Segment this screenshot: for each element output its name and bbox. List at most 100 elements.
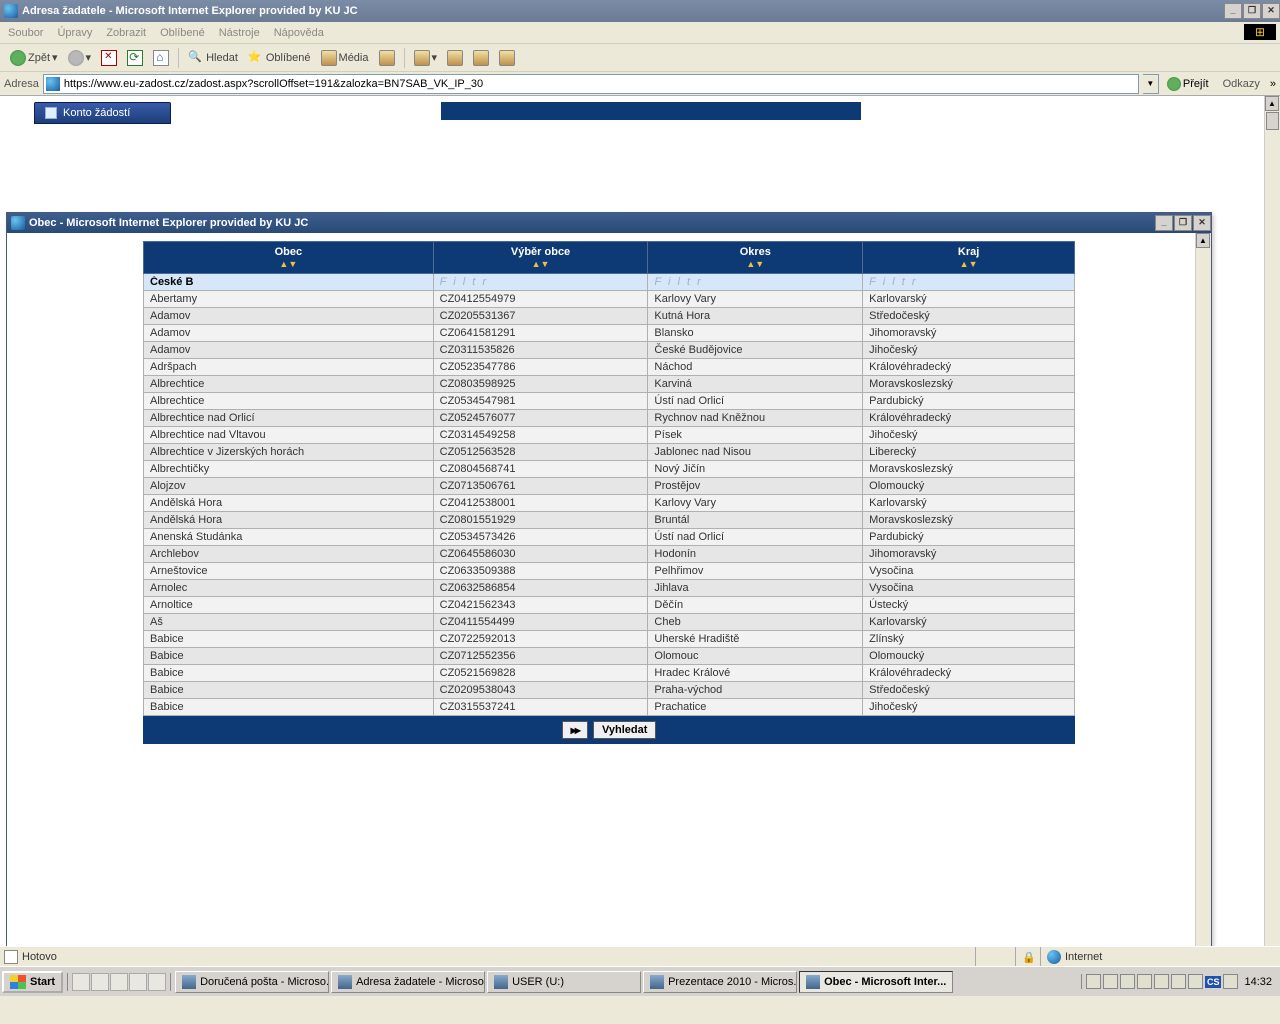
cell-okres[interactable]: Pelhřimov	[648, 563, 863, 580]
cell-vyber[interactable]: CZ0524576077	[433, 410, 648, 427]
cell-kraj[interactable]: Jihomoravský	[863, 546, 1075, 563]
cell-kraj[interactable]: Vysočina	[863, 580, 1075, 597]
cell-kraj[interactable]: Olomoucký	[863, 648, 1075, 665]
table-row[interactable]: Albrechtice v Jizerských horáchCZ0512563…	[144, 444, 1075, 461]
edit-button[interactable]	[469, 48, 493, 68]
cell-obec[interactable]: Adamov	[144, 325, 434, 342]
media-button[interactable]: Média	[317, 48, 373, 68]
table-row[interactable]: AdamovCZ0641581291BlanskoJihomoravský	[144, 325, 1075, 342]
cell-okres[interactable]: České Budějovice	[648, 342, 863, 359]
cell-obec[interactable]: Babice	[144, 631, 434, 648]
search-button[interactable]: 🔍Hledat	[184, 48, 242, 68]
scroll-up-icon[interactable]: ▲	[1196, 233, 1210, 248]
cell-okres[interactable]: Praha-východ	[648, 682, 863, 699]
cell-kraj[interactable]: Karlovarský	[863, 291, 1075, 308]
cell-obec[interactable]: Albrechtičky	[144, 461, 434, 478]
tray-icon[interactable]	[1223, 974, 1238, 989]
table-row[interactable]: BabiceCZ0209538043Praha-východStředočesk…	[144, 682, 1075, 699]
menu-upravy[interactable]: Úpravy	[57, 27, 92, 39]
table-row[interactable]: AšCZ0411554499ChebKarlovarský	[144, 614, 1075, 631]
cell-okres[interactable]: Písek	[648, 427, 863, 444]
cell-vyber[interactable]: CZ0633509388	[433, 563, 648, 580]
maximize-button[interactable]: ❐	[1243, 3, 1261, 19]
cell-vyber[interactable]: CZ0315537241	[433, 699, 648, 716]
table-row[interactable]: BabiceCZ0315537241PrachaticeJihočeský	[144, 699, 1075, 716]
table-row[interactable]: Anenská StudánkaCZ0534573426Ústí nad Orl…	[144, 529, 1075, 546]
cell-obec[interactable]: Andělská Hora	[144, 512, 434, 529]
cell-okres[interactable]: Ústí nad Orlicí	[648, 393, 863, 410]
cell-obec[interactable]: Aš	[144, 614, 434, 631]
cell-okres[interactable]: Jablonec nad Nisou	[648, 444, 863, 461]
cell-kraj[interactable]: Jihočeský	[863, 342, 1075, 359]
tray-icon[interactable]	[1086, 974, 1101, 989]
forward-button[interactable]: ▾	[64, 48, 96, 68]
cell-obec[interactable]: Adamov	[144, 342, 434, 359]
table-row[interactable]: Albrechtice nad VltavouCZ0314549258Písek…	[144, 427, 1075, 444]
cell-vyber[interactable]: CZ0641581291	[433, 325, 648, 342]
cell-okres[interactable]: Jihlava	[648, 580, 863, 597]
tray-icon[interactable]	[1171, 974, 1186, 989]
cell-kraj[interactable]: Ústecký	[863, 597, 1075, 614]
cell-kraj[interactable]: Moravskoslezský	[863, 461, 1075, 478]
table-row[interactable]: AdamovCZ0311535826České BudějoviceJihoče…	[144, 342, 1075, 359]
cell-obec[interactable]: Babice	[144, 665, 434, 682]
tray-icon[interactable]	[1154, 974, 1169, 989]
cell-vyber[interactable]: CZ0412538001	[433, 495, 648, 512]
cell-kraj[interactable]: Moravskoslezský	[863, 376, 1075, 393]
taskbar-task[interactable]: Doručená pošta - Microso...	[175, 971, 329, 993]
table-row[interactable]: Albrechtice nad OrlicíCZ0524576077Rychno…	[144, 410, 1075, 427]
tab-konto-zadosti[interactable]: Konto žádostí	[34, 102, 171, 124]
cell-okres[interactable]: Nový Jičín	[648, 461, 863, 478]
outer-scrollbar[interactable]: ▲ ▼	[1264, 96, 1280, 966]
cell-vyber[interactable]: CZ0421562343	[433, 597, 648, 614]
table-row[interactable]: AlbrechticeCZ0803598925KarvináMoravskosl…	[144, 376, 1075, 393]
cell-kraj[interactable]: Královéhradecký	[863, 665, 1075, 682]
table-row[interactable]: Andělská HoraCZ0412538001Karlovy VaryKar…	[144, 495, 1075, 512]
cell-kraj[interactable]: Moravskoslezský	[863, 512, 1075, 529]
cell-okres[interactable]: Karviná	[648, 376, 863, 393]
col-header-kraj[interactable]: Kraj▲▼	[863, 242, 1075, 274]
cell-obec[interactable]: Adršpach	[144, 359, 434, 376]
cell-okres[interactable]: Rychnov nad Kněžnou	[648, 410, 863, 427]
cell-okres[interactable]: Ústí nad Orlicí	[648, 529, 863, 546]
cell-vyber[interactable]: CZ0523547786	[433, 359, 648, 376]
cell-kraj[interactable]: Jihočeský	[863, 427, 1075, 444]
cell-kraj[interactable]: Olomoucký	[863, 478, 1075, 495]
cell-okres[interactable]: Uherské Hradiště	[648, 631, 863, 648]
sort-icon[interactable]: ▲▼	[654, 259, 856, 269]
cell-obec[interactable]: Abertamy	[144, 291, 434, 308]
cell-kraj[interactable]: Královéhradecký	[863, 410, 1075, 427]
cell-okres[interactable]: Bruntál	[648, 512, 863, 529]
table-row[interactable]: AdamovCZ0205531367Kutná HoraStředočeský	[144, 308, 1075, 325]
cell-obec[interactable]: Albrechtice v Jizerských horách	[144, 444, 434, 461]
cell-obec[interactable]: Albrechtice nad Vltavou	[144, 427, 434, 444]
cell-okres[interactable]: Prostějov	[648, 478, 863, 495]
cell-obec[interactable]: Alojzov	[144, 478, 434, 495]
ql-ie[interactable]	[91, 973, 109, 991]
cell-obec[interactable]: Andělská Hora	[144, 495, 434, 512]
minimize-button[interactable]: _	[1224, 3, 1242, 19]
start-button[interactable]: Start	[2, 971, 63, 993]
history-button[interactable]	[375, 48, 399, 68]
cell-kraj[interactable]: Liberecký	[863, 444, 1075, 461]
table-row[interactable]: AlbrechtičkyCZ0804568741Nový JičínMoravs…	[144, 461, 1075, 478]
cell-kraj[interactable]: Vysočina	[863, 563, 1075, 580]
cell-obec[interactable]: Babice	[144, 682, 434, 699]
stop-button[interactable]	[97, 48, 121, 68]
cell-okres[interactable]: Karlovy Vary	[648, 495, 863, 512]
close-button[interactable]: ✕	[1262, 3, 1280, 19]
table-row[interactable]: BabiceCZ0521569828Hradec KrálovéKrálovéh…	[144, 665, 1075, 682]
cell-okres[interactable]: Hodonín	[648, 546, 863, 563]
refresh-button[interactable]	[123, 48, 147, 68]
table-row[interactable]: ArneštoviceCZ0633509388PelhřimovVysočina	[144, 563, 1075, 580]
table-row[interactable]: BabiceCZ0712552356OlomoucOlomoucký	[144, 648, 1075, 665]
cell-obec[interactable]: Albrechtice nad Orlicí	[144, 410, 434, 427]
cell-obec[interactable]: Babice	[144, 648, 434, 665]
cell-vyber[interactable]: CZ0412554979	[433, 291, 648, 308]
cell-okres[interactable]: Hradec Králové	[648, 665, 863, 682]
cell-obec[interactable]: Albrechtice	[144, 376, 434, 393]
menu-zobrazit[interactable]: Zobrazit	[106, 27, 146, 39]
search-button[interactable]: Vyhledat	[593, 721, 656, 739]
cell-obec[interactable]: Babice	[144, 699, 434, 716]
popup-close-button[interactable]: ✕	[1193, 215, 1211, 231]
